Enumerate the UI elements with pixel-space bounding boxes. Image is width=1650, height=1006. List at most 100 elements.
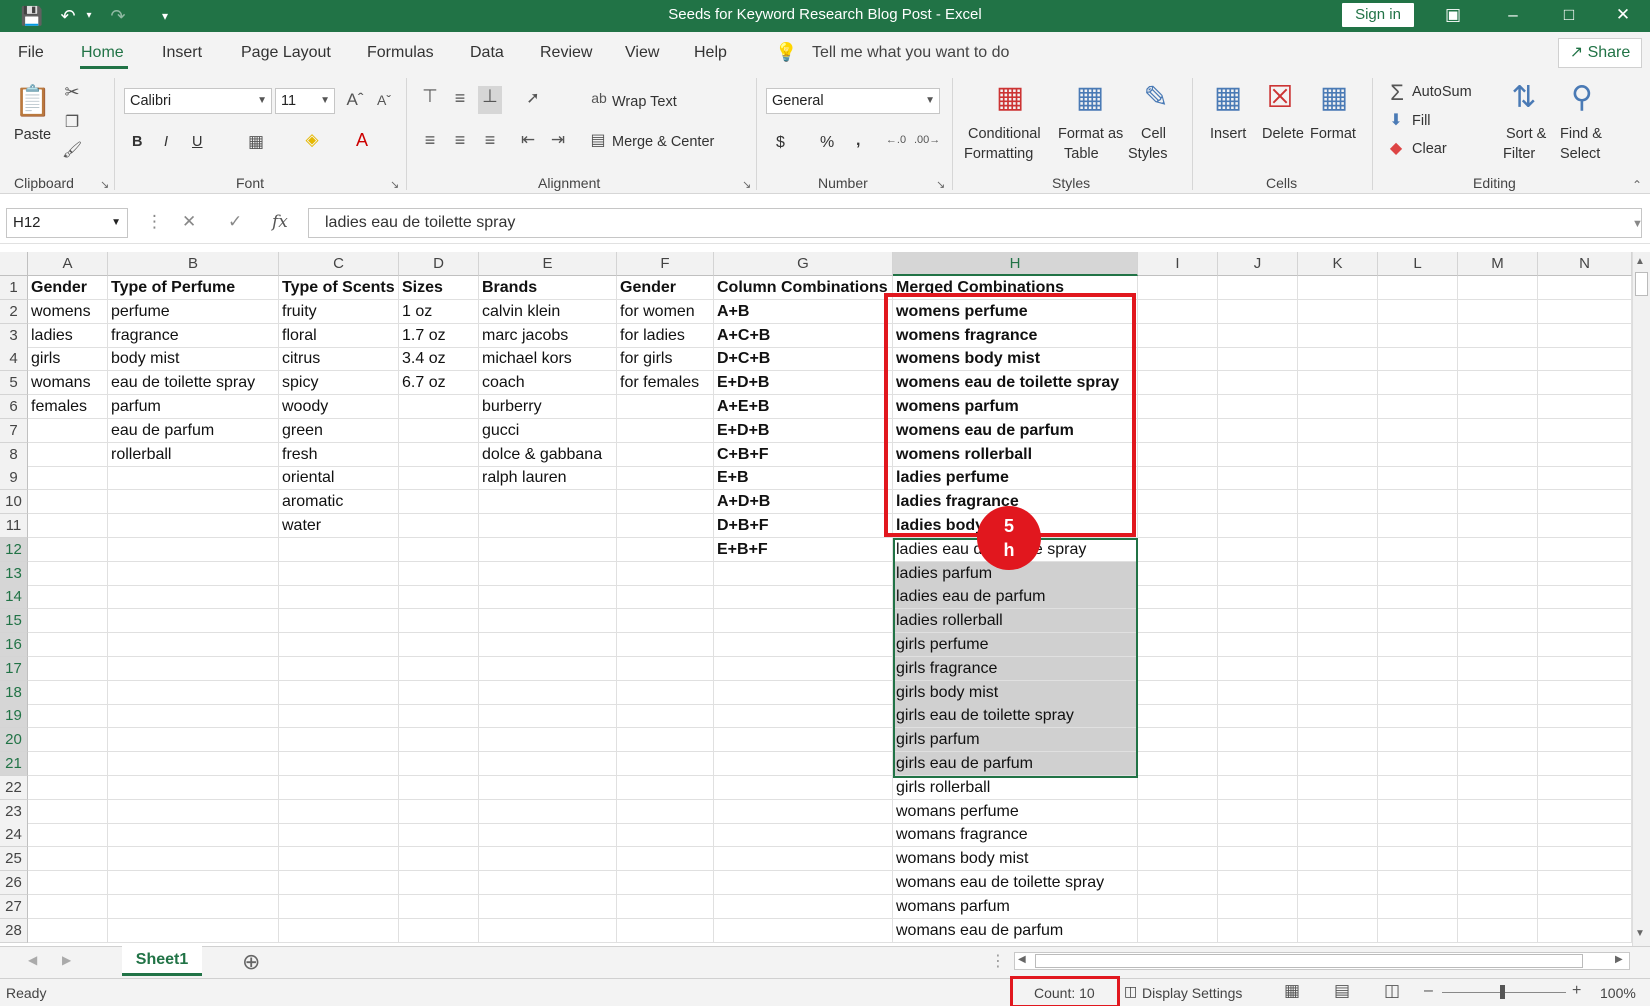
- cell-k23[interactable]: [1298, 799, 1378, 824]
- cell-g15[interactable]: [714, 609, 893, 634]
- cell-d9[interactable]: [399, 466, 479, 491]
- cell-f26[interactable]: [617, 871, 714, 895]
- cell-j19[interactable]: [1218, 704, 1298, 729]
- find-select-label-1[interactable]: Find &: [1560, 126, 1602, 142]
- cell-b26[interactable]: [108, 871, 279, 895]
- column-header-a[interactable]: A: [28, 252, 108, 276]
- cell-g10[interactable]: A+D+B: [714, 490, 893, 515]
- horizontal-scroll-thumb[interactable]: [1035, 954, 1583, 968]
- cell-b11[interactable]: [108, 514, 279, 538]
- cell-c16[interactable]: [279, 633, 399, 657]
- cell-f21[interactable]: [617, 752, 714, 776]
- cell-f4[interactable]: for girls: [617, 347, 714, 372]
- cell-n20[interactable]: [1538, 728, 1632, 753]
- cell-e23[interactable]: [479, 799, 617, 824]
- delete-cells-button[interactable]: Delete: [1262, 126, 1304, 142]
- cell-f25[interactable]: [617, 847, 714, 872]
- zoom-out-icon[interactable]: –: [1424, 982, 1433, 1000]
- row-header-21[interactable]: 21: [0, 752, 28, 776]
- cell-e16[interactable]: [479, 633, 617, 657]
- page-layout-view-icon[interactable]: ▤: [1334, 981, 1350, 1001]
- align-middle-icon[interactable]: ≡: [450, 88, 470, 109]
- cell-b10[interactable]: [108, 490, 279, 515]
- cell-k24[interactable]: [1298, 823, 1378, 848]
- orientation-icon[interactable]: ➚: [520, 88, 546, 108]
- cell-h27[interactable]: womans parfum: [893, 894, 1138, 919]
- cell-f22[interactable]: [617, 775, 714, 800]
- cell-i27[interactable]: [1138, 894, 1218, 919]
- cell-l22[interactable]: [1378, 775, 1458, 800]
- cell-i5[interactable]: [1138, 371, 1218, 396]
- cell-j14[interactable]: [1218, 585, 1298, 610]
- format-painter-icon[interactable]: 🖌: [62, 140, 82, 160]
- cell-b16[interactable]: [108, 633, 279, 657]
- cell-j11[interactable]: [1218, 514, 1298, 538]
- format-cells-button[interactable]: Format: [1310, 126, 1356, 142]
- cut-icon[interactable]: ✂: [62, 82, 82, 103]
- cell-n19[interactable]: [1538, 704, 1632, 729]
- cell-i18[interactable]: [1138, 680, 1218, 705]
- cell-g16[interactable]: [714, 633, 893, 657]
- cell-d13[interactable]: [399, 561, 479, 586]
- cell-e17[interactable]: [479, 656, 617, 681]
- cell-e27[interactable]: [479, 894, 617, 919]
- cell-d19[interactable]: [399, 704, 479, 729]
- cell-a24[interactable]: [28, 823, 108, 848]
- row-header-20[interactable]: 20: [0, 728, 28, 753]
- cell-c12[interactable]: [279, 537, 399, 562]
- number-expander-icon[interactable]: ↘: [936, 178, 945, 191]
- cell-m19[interactable]: [1458, 704, 1538, 729]
- cell-d18[interactable]: [399, 680, 479, 705]
- cell-g14[interactable]: [714, 585, 893, 610]
- column-header-m[interactable]: M: [1458, 252, 1538, 276]
- cell-e26[interactable]: [479, 871, 617, 895]
- cell-k3[interactable]: [1298, 323, 1378, 348]
- cell-d20[interactable]: [399, 728, 479, 753]
- wrap-text-button[interactable]: Wrap Text: [612, 94, 677, 110]
- cell-f9[interactable]: [617, 466, 714, 491]
- bold-button[interactable]: B: [132, 134, 142, 150]
- cell-a22[interactable]: [28, 775, 108, 800]
- cell-h26[interactable]: womans eau de toilette spray: [893, 871, 1138, 895]
- cell-b28[interactable]: [108, 918, 279, 943]
- cell-j23[interactable]: [1218, 799, 1298, 824]
- column-header-j[interactable]: J: [1218, 252, 1298, 276]
- cell-a3[interactable]: ladies: [28, 323, 108, 348]
- cell-b7[interactable]: eau de parfum: [108, 418, 279, 443]
- cell-n26[interactable]: [1538, 871, 1632, 895]
- cell-e1[interactable]: Brands: [479, 276, 617, 300]
- cell-f1[interactable]: Gender: [617, 276, 714, 300]
- cell-c18[interactable]: [279, 680, 399, 705]
- cell-b13[interactable]: [108, 561, 279, 586]
- cell-d5[interactable]: 6.7 oz: [399, 371, 479, 396]
- cell-a28[interactable]: [28, 918, 108, 943]
- cell-a5[interactable]: womans: [28, 371, 108, 396]
- cell-k10[interactable]: [1298, 490, 1378, 515]
- cell-b3[interactable]: fragrance: [108, 323, 279, 348]
- cell-n2[interactable]: [1538, 299, 1632, 324]
- decrease-decimal-icon[interactable]: .00→: [914, 134, 940, 146]
- cell-c21[interactable]: [279, 752, 399, 776]
- cell-g12[interactable]: E+B+F: [714, 537, 893, 562]
- comma-button[interactable]: ,: [856, 132, 860, 150]
- cell-j7[interactable]: [1218, 418, 1298, 443]
- cell-e20[interactable]: [479, 728, 617, 753]
- cell-f17[interactable]: [617, 656, 714, 681]
- cell-b27[interactable]: [108, 894, 279, 919]
- align-top-icon[interactable]: ⊤: [420, 86, 440, 107]
- cell-m2[interactable]: [1458, 299, 1538, 324]
- scroll-right-icon[interactable]: ▶: [62, 953, 71, 967]
- row-header-5[interactable]: 5: [0, 371, 28, 396]
- cell-i16[interactable]: [1138, 633, 1218, 657]
- font-expander-icon[interactable]: ↘: [390, 178, 399, 191]
- cell-j2[interactable]: [1218, 299, 1298, 324]
- cell-d2[interactable]: 1 oz: [399, 299, 479, 324]
- fill-icon[interactable]: ⬇: [1386, 110, 1406, 130]
- cell-i11[interactable]: [1138, 514, 1218, 538]
- cell-e5[interactable]: coach: [479, 371, 617, 396]
- cell-b19[interactable]: [108, 704, 279, 729]
- cell-b5[interactable]: eau de toilette spray: [108, 371, 279, 396]
- cell-d12[interactable]: [399, 537, 479, 562]
- cell-e11[interactable]: [479, 514, 617, 538]
- scroll-down-icon[interactable]: ▼: [1635, 928, 1645, 939]
